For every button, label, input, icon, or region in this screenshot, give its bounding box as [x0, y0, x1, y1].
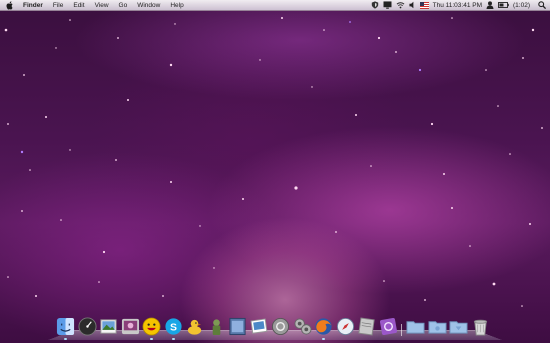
- running-indicator: [171, 338, 175, 340]
- apple-logo-icon: [6, 0, 13, 10]
- running-indicator: [64, 338, 67, 340]
- trash-icon[interactable]: [471, 316, 490, 336]
- quicksilver-icon[interactable]: [379, 316, 398, 336]
- running-indicator: [322, 338, 325, 340]
- dock: S: [56, 312, 492, 340]
- ichat-photos-icon[interactable]: [250, 316, 269, 336]
- firefox-icon[interactable]: [314, 316, 333, 340]
- keychain-icon[interactable]: [207, 316, 226, 336]
- menu-help[interactable]: Help: [165, 0, 188, 11]
- menu-window[interactable]: Window: [132, 0, 165, 11]
- running-indicator: [150, 338, 153, 340]
- system-preferences-icon[interactable]: [293, 316, 312, 336]
- volume-icon[interactable]: [409, 1, 416, 9]
- battery-icon[interactable]: [498, 2, 509, 8]
- display-icon[interactable]: [383, 1, 392, 9]
- safari-icon[interactable]: [336, 316, 355, 336]
- adium-duck-icon[interactable]: [185, 316, 204, 336]
- app-menu-finder[interactable]: Finder: [18, 0, 48, 11]
- menu-file[interactable]: File: [48, 0, 68, 11]
- shield-icon[interactable]: [371, 1, 379, 9]
- battery-time: (1:02): [513, 1, 530, 9]
- spotlight-icon[interactable]: [538, 1, 546, 9]
- svg-text:S: S: [170, 322, 177, 333]
- downloads-folder-icon[interactable]: [449, 316, 468, 336]
- iphoto-icon[interactable]: [99, 316, 118, 336]
- status-menus: Thu 11:03:41 PM (1:02): [371, 0, 550, 11]
- finder-icon[interactable]: [56, 316, 75, 340]
- flag-icon[interactable]: [419, 1, 429, 9]
- apple-menu[interactable]: [2, 0, 18, 10]
- menubar-clock[interactable]: Thu 11:03:41 PM: [433, 2, 482, 9]
- wifi-icon[interactable]: [396, 1, 405, 9]
- dashboard-icon[interactable]: [77, 316, 97, 336]
- star-field: [4, 17, 543, 307]
- utility-icon[interactable]: [271, 316, 290, 336]
- preview-icon[interactable]: [228, 316, 247, 336]
- dock-separator: [400, 316, 403, 336]
- documents-folder-icon[interactable]: [427, 316, 447, 336]
- menu-bar: Finder File Edit View Go Window Help Thu…: [0, 0, 550, 11]
- menu-view[interactable]: View: [90, 0, 114, 11]
- skype-icon[interactable]: S: [164, 316, 183, 340]
- textedit-icon[interactable]: [357, 316, 376, 336]
- desktop-wallpaper: [0, 0, 550, 343]
- menu-edit[interactable]: Edit: [68, 0, 89, 11]
- photo-booth-icon[interactable]: [121, 316, 140, 336]
- menu-go[interactable]: Go: [114, 0, 133, 11]
- yahoo-messenger-icon[interactable]: [142, 316, 161, 340]
- user-icon[interactable]: [486, 1, 494, 9]
- applications-folder-icon[interactable]: [406, 316, 425, 336]
